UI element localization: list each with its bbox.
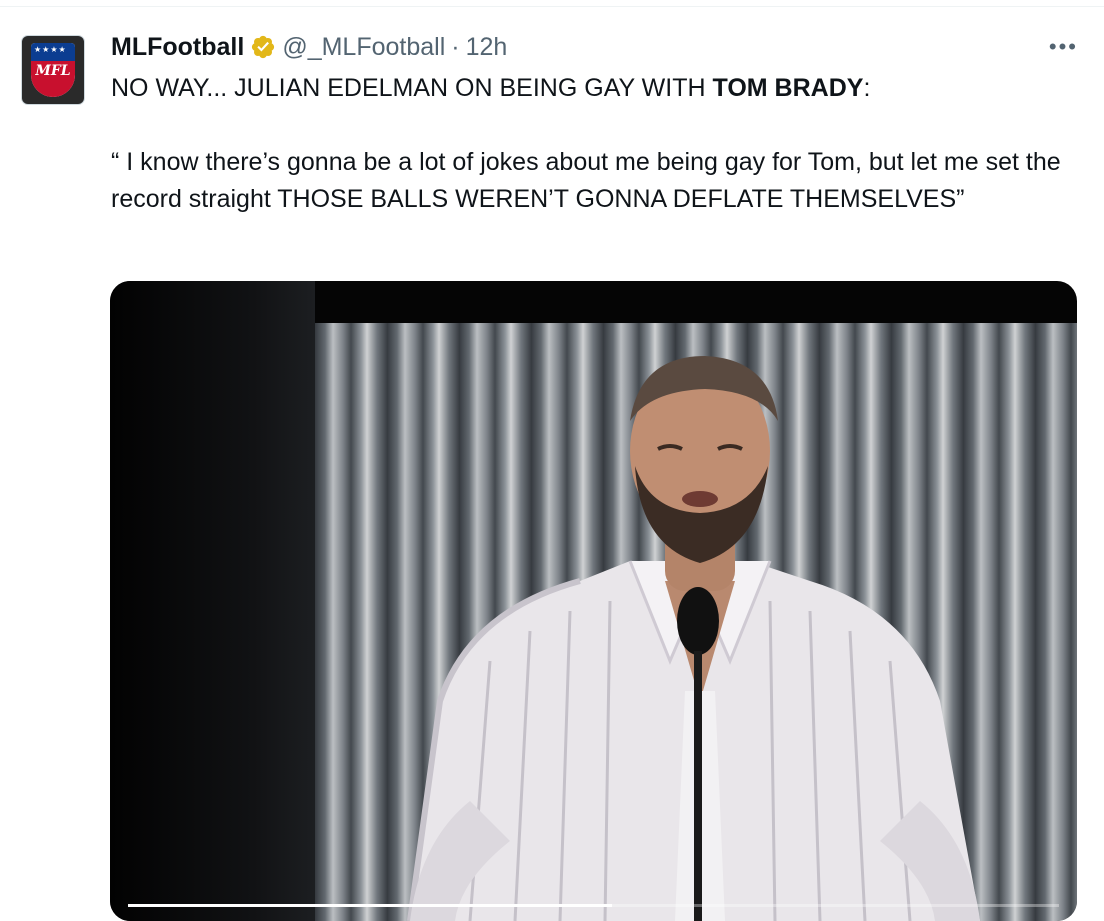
tweet-quote: “ I know there’s gonna be a lot of jokes… — [111, 148, 1061, 213]
more-options-icon[interactable]: ••• — [1049, 34, 1078, 60]
tweet-header: MLFootball @_MLFootball · 12h — [111, 32, 507, 62]
avatar-logo-text: MFL — [35, 63, 71, 79]
video-progress-bar[interactable] — [128, 904, 1059, 907]
speaker-figure — [407, 356, 980, 921]
headline-bold-name: TOM BRADY — [712, 74, 864, 102]
avatar[interactable]: MFL — [22, 36, 84, 104]
display-name[interactable]: MLFootball — [111, 33, 244, 62]
verified-badge-icon[interactable] — [250, 34, 276, 60]
headline-part-1: NO WAY... JULIAN EDELMAN ON BEING GAY WI… — [111, 74, 713, 102]
user-handle[interactable]: @_MLFootball — [282, 33, 445, 62]
avatar-logo-icon: MFL — [31, 43, 75, 97]
video-player[interactable] — [110, 281, 1077, 921]
separator-dot: · — [451, 32, 460, 61]
timestamp[interactable]: 12h — [466, 33, 508, 62]
headline-part-2: : — [863, 74, 871, 102]
tweet-text: NO WAY... JULIAN EDELMAN ON BEING GAY WI… — [111, 70, 1081, 218]
tweet-headline: NO WAY... JULIAN EDELMAN ON BEING GAY WI… — [111, 70, 1081, 107]
tweet[interactable]: MFL MLFootball @_MLFootball · 12h ••• NO… — [0, 0, 1104, 921]
video-progress-fill — [128, 904, 613, 907]
